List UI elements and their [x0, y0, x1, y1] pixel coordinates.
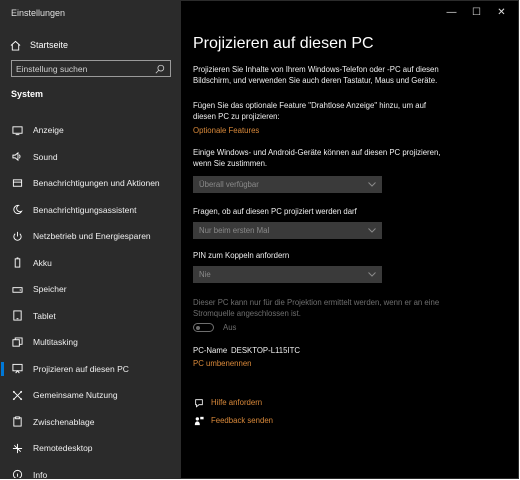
settings-window: Einstellungen Startseite System Anzeige — [0, 0, 519, 479]
power-icon — [11, 230, 23, 242]
sidebar-item-label: Projizieren auf diesen PC — [33, 363, 129, 374]
feedback-row[interactable]: Feedback senden — [193, 415, 448, 426]
sidebar-item-label: Akku — [33, 257, 52, 268]
sidebar-item-project-to-pc[interactable]: Projizieren auf diesen PC — [1, 356, 181, 383]
sidebar-home[interactable]: Startseite — [9, 37, 179, 53]
search-icon[interactable] — [154, 63, 166, 75]
dropdown-value: Nur beim ersten Mal — [199, 226, 270, 235]
sidebar-item-label: Benachrichtigungsassistent — [33, 204, 137, 215]
rename-pc-link[interactable]: PC umbenennen — [193, 358, 448, 369]
power-toggle[interactable] — [193, 323, 214, 332]
clipboard-icon — [11, 416, 23, 428]
intro-text: Projizieren Sie Inhalte von Ihrem Window… — [193, 65, 439, 85]
project-icon — [11, 363, 23, 375]
help-link[interactable]: Hilfe anfordern — [211, 398, 262, 407]
speaker-icon — [11, 151, 23, 163]
sidebar-item-label: Info — [33, 469, 48, 479]
minimize-button[interactable]: — — [439, 4, 464, 20]
pin-dropdown[interactable]: Nie — [193, 266, 382, 283]
permission-text: Einige Windows- und Android-Geräte könne… — [193, 148, 441, 168]
optional-features-link[interactable]: Optionale Features — [193, 125, 448, 136]
sidebar-item-label: Remotedesktop — [33, 443, 93, 454]
toggle-state: Aus — [223, 323, 237, 332]
search-input[interactable] — [12, 61, 154, 76]
window-title: Einstellungen — [11, 8, 66, 18]
feature-text: Fügen Sie das optionale Feature "Drahtlo… — [193, 101, 427, 121]
storage-icon — [11, 283, 23, 295]
page-title: Projizieren auf diesen PC — [193, 35, 374, 52]
sidebar-item-label: Netzbetrieb und Energiesparen — [33, 231, 151, 242]
power-text: Dieser PC kann nur für die Projektion er… — [193, 298, 440, 318]
sidebar: Einstellungen Startseite System Anzeige — [1, 1, 181, 478]
sidebar-nav: Anzeige Sound Benachrichtigungen und Akt… — [1, 117, 181, 479]
sidebar-item-info[interactable]: Info — [1, 462, 181, 479]
shared-experiences-icon — [11, 389, 23, 401]
sidebar-item-power[interactable]: Netzbetrieb und Energiesparen — [1, 223, 181, 250]
pc-name-label: PC-Name — [193, 346, 228, 355]
power-toggle-row: Aus — [193, 323, 448, 332]
moon-icon — [11, 204, 23, 216]
feedback-link[interactable]: Feedback senden — [211, 416, 273, 425]
help-icon — [193, 397, 204, 408]
ask-label: Fragen, ob auf diesen PC projiziert werd… — [193, 207, 357, 216]
remote-desktop-icon — [11, 442, 23, 454]
sidebar-item-tablet[interactable]: Tablet — [1, 303, 181, 330]
maximize-button[interactable]: ☐ — [464, 4, 489, 20]
multitasking-icon — [11, 336, 23, 348]
sidebar-item-focus-assist[interactable]: Benachrichtigungsassistent — [1, 197, 181, 224]
availability-dropdown[interactable]: Überall verfügbar — [193, 176, 382, 193]
chevron-down-icon — [368, 270, 376, 279]
home-label: Startseite — [30, 40, 69, 50]
sidebar-item-label: Tablet — [33, 310, 56, 321]
dropdown-value: Überall verfügbar — [199, 180, 259, 189]
help-row[interactable]: Hilfe anfordern — [193, 397, 448, 408]
pc-name-row: PC-Name DESKTOP-L115ITC — [193, 346, 448, 355]
content: Projizieren auf diesen PC Projizieren Si… — [193, 35, 448, 426]
sidebar-item-label: Benachrichtigungen und Aktionen — [33, 178, 160, 189]
chevron-down-icon — [368, 226, 376, 235]
home-icon — [9, 39, 21, 51]
sidebar-item-label: Zwischenablage — [33, 416, 95, 427]
tablet-icon — [11, 310, 23, 322]
sidebar-item-battery[interactable]: Akku — [1, 250, 181, 277]
sidebar-item-label: Speicher — [33, 284, 67, 295]
sidebar-item-sound[interactable]: Sound — [1, 144, 181, 171]
sidebar-item-label: Anzeige — [33, 125, 64, 136]
notification-icon — [11, 177, 23, 189]
search-box[interactable] — [11, 60, 171, 77]
window-controls: — ☐ ✕ — [439, 4, 514, 20]
sidebar-item-label: Gemeinsame Nutzung — [33, 390, 118, 401]
pc-name-value: DESKTOP-L115ITC — [231, 346, 301, 355]
feedback-icon — [193, 415, 204, 426]
close-button[interactable]: ✕ — [489, 4, 514, 20]
toggle-knob — [196, 325, 200, 330]
sidebar-item-multitasking[interactable]: Multitasking — [1, 329, 181, 356]
section-title: System — [11, 89, 44, 99]
sidebar-item-label: Sound — [33, 151, 58, 162]
battery-icon — [11, 257, 23, 269]
sidebar-item-remote-desktop[interactable]: Remotedesktop — [1, 435, 181, 462]
sidebar-item-storage[interactable]: Speicher — [1, 276, 181, 303]
ask-dropdown[interactable]: Nur beim ersten Mal — [193, 222, 382, 239]
dropdown-value: Nie — [199, 270, 211, 279]
sidebar-item-label: Multitasking — [33, 337, 78, 348]
info-icon — [11, 469, 23, 478]
monitor-icon — [11, 124, 23, 136]
pin-label: PIN zum Koppeln anfordern — [193, 251, 290, 260]
sidebar-item-notifications[interactable]: Benachrichtigungen und Aktionen — [1, 170, 181, 197]
sidebar-item-shared-experiences[interactable]: Gemeinsame Nutzung — [1, 382, 181, 409]
sidebar-item-clipboard[interactable]: Zwischenablage — [1, 409, 181, 436]
sidebar-item-anzeige[interactable]: Anzeige — [1, 117, 181, 144]
chevron-down-icon — [368, 180, 376, 189]
main-panel: — ☐ ✕ Projizieren auf diesen PC Projizie… — [181, 1, 518, 478]
